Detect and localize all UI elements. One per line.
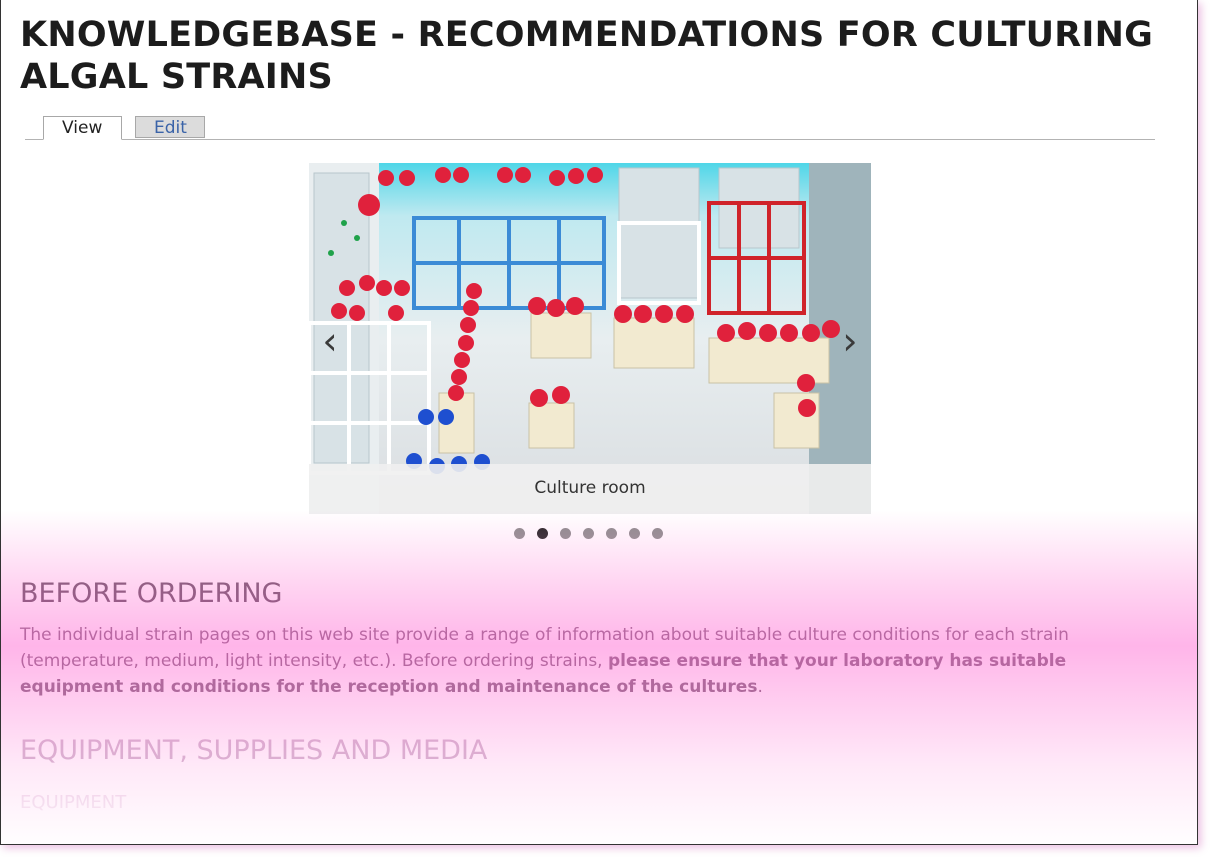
page-title: KNOWLEDGEBASE - RECOMMENDATIONS FOR CULT… <box>20 15 1154 97</box>
slider-dot[interactable] <box>629 528 640 539</box>
slider-dot-active[interactable] <box>537 528 548 539</box>
slider-dot[interactable] <box>652 528 663 539</box>
section-heading-equipment-supplies-media: EQUIPMENT, SUPPLIES AND MEDIA <box>20 735 488 766</box>
before-ordering-paragraph: The individual strain pages on this web … <box>20 622 1170 700</box>
tab-view[interactable]: View <box>43 116 122 140</box>
subheading-equipment: EQUIPMENT <box>20 792 127 813</box>
slider-dot[interactable] <box>514 528 525 539</box>
image-slider: ‹ › Culture room <box>309 163 871 514</box>
slider-dot[interactable] <box>560 528 571 539</box>
browser-window: KNOWLEDGEBASE - RECOMMENDATIONS FOR CULT… <box>0 0 1198 845</box>
slide-caption: Culture room <box>309 464 871 514</box>
chevron-right-icon[interactable]: › <box>837 322 863 363</box>
section-heading-before-ordering: BEFORE ORDERING <box>20 578 283 609</box>
culture-room-photo <box>309 163 871 514</box>
slider-dot[interactable] <box>583 528 594 539</box>
slider-dot[interactable] <box>606 528 617 539</box>
tab-bar: View Edit <box>25 115 1155 140</box>
chevron-left-icon[interactable]: ‹ <box>317 322 343 363</box>
tab-edit[interactable]: Edit <box>135 116 205 138</box>
paragraph-end: . <box>757 677 763 697</box>
